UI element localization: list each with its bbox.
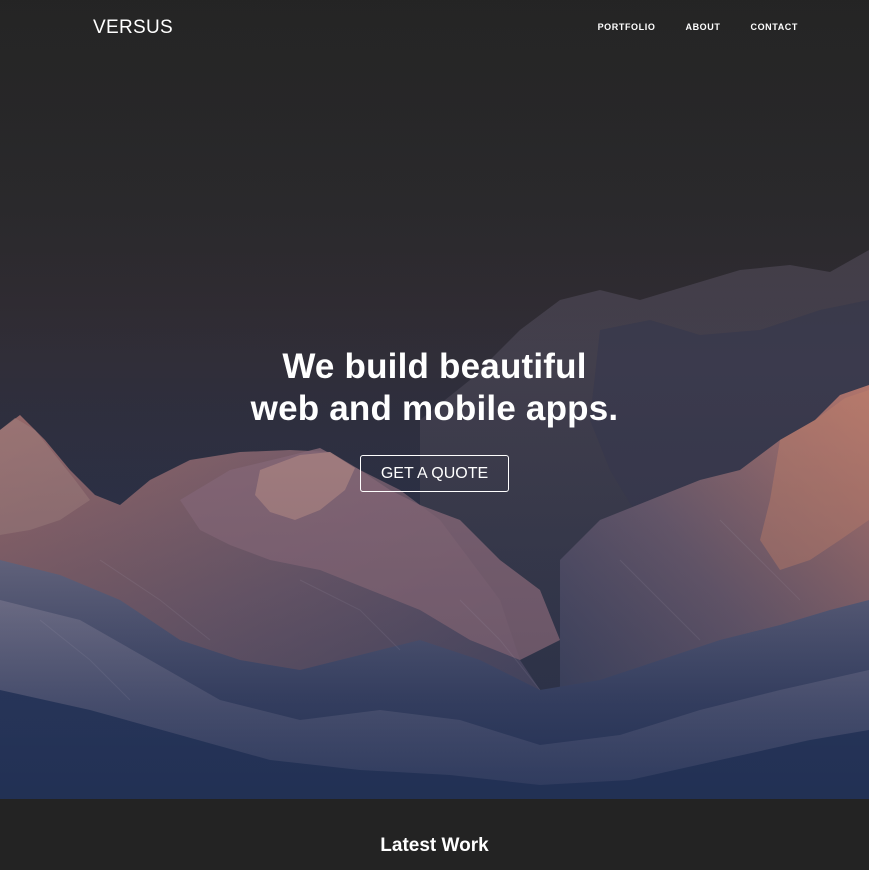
nav-link-contact[interactable]: CONTACT [750,22,798,32]
nav-link-portfolio[interactable]: PORTFOLIO [598,22,656,32]
get-a-quote-button[interactable]: GET A QUOTE [360,455,509,492]
hero-heading-line-2: web and mobile apps. [250,389,619,428]
hero-heading-line-1: We build beautiful [282,347,587,386]
top-navbar: VERSUS PORTFOLIO ABOUT CONTACT [0,0,869,56]
nav-link-about[interactable]: ABOUT [685,22,720,32]
hero-heading: We build beautiful web and mobile apps. [0,346,869,430]
latest-work-section: Latest Work [0,799,869,870]
brand-logo[interactable]: VERSUS [93,17,173,39]
landing-page: VERSUS PORTFOLIO ABOUT CONTACT We build … [0,0,869,870]
hero-content: We build beautiful web and mobile apps. … [0,346,869,492]
nav-links: PORTFOLIO ABOUT CONTACT [568,22,798,32]
hero-section: VERSUS PORTFOLIO ABOUT CONTACT We build … [0,0,869,799]
latest-work-title: Latest Work [380,835,489,856]
